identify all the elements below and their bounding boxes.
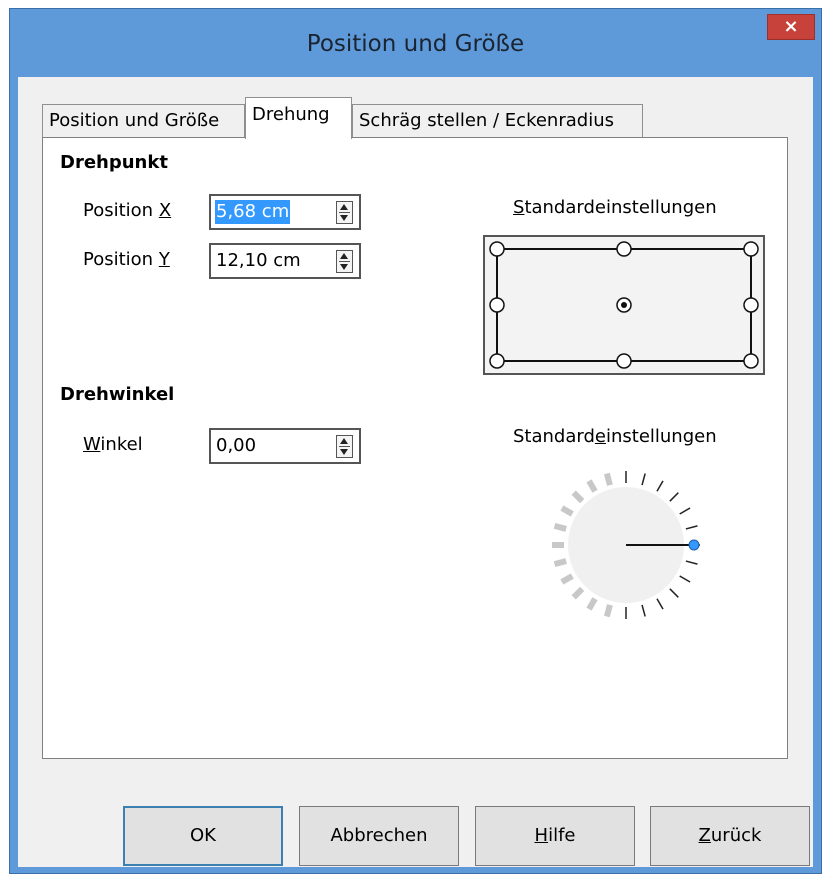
reset-button[interactable]: Zurück [650,806,810,866]
dial-tick [586,479,598,493]
position-y-label: Position Y [83,249,170,270]
angle-heading: Drehwinkel [60,384,175,405]
pivot-point-selector[interactable] [483,235,765,375]
spin-down-icon[interactable] [340,215,348,221]
dial-tick [669,588,679,598]
tab-schraeg-stellen[interactable]: Schräg stellen / Eckenradius [352,104,643,138]
winkel-spin-buttons[interactable] [336,435,353,458]
tab-panel-drehung: Drehpunkt Position X 5,68 cm Position Y … [42,137,788,759]
dial-tick [586,597,598,611]
pivot-bottom-right [743,353,759,369]
dial-tick [679,507,691,515]
dial-tick [571,586,585,600]
pivot-grid-graphic [489,241,759,369]
position-y-spinbox[interactable]: 12,10 cm [209,243,361,279]
spin-down-icon[interactable] [340,449,348,455]
ok-button[interactable]: OK [123,806,283,866]
tab-drehung[interactable]: Drehung [245,97,352,139]
dial-tick [571,490,585,504]
spin-down-icon[interactable] [340,264,348,270]
pivot-top-right [743,241,759,257]
dialog-title: Position und Größe [306,31,525,57]
rotation-dial[interactable] [541,460,711,630]
dial-tick [553,558,567,568]
dial-knob [688,539,700,551]
position-x-spinbox[interactable]: 5,68 cm [209,194,361,230]
dial-tick [641,604,646,617]
angle-defaults-label: Standardeinstellungen [513,426,717,447]
winkel-label: Winkel [83,434,143,455]
close-button[interactable]: × [767,14,815,40]
pivot-defaults-label: Standardeinstellungen [513,197,717,218]
dial-tick [656,480,664,492]
dial-tick [656,598,664,610]
position-y-value[interactable]: 12,10 cm [215,249,302,273]
dial-tick [553,522,567,532]
pivot-top-left [489,241,505,257]
dial-tick [641,473,646,486]
position-x-value[interactable]: 5,68 cm [215,200,291,224]
pivot-heading: Drehpunkt [60,152,168,173]
pivot-top-center [616,241,632,257]
pivot-middle-right [743,297,759,313]
dial-tick [560,573,574,585]
spin-up-icon[interactable] [340,204,348,210]
pivot-bottom-left [489,353,505,369]
position-x-spin-buttons[interactable] [336,201,353,224]
dial-tick [679,575,691,583]
dial-tick [603,604,613,618]
winkel-value[interactable]: 0,00 [215,434,257,458]
position-x-label: Position X [83,200,172,221]
dial-tick [685,560,698,565]
dialog-window: Position und Größe × Position und Größe … [9,8,822,874]
cancel-button[interactable]: Abbrechen [299,806,459,866]
dialog-body: Position und Größe Drehung Schräg stelle… [18,77,813,867]
tab-position-und-groesse[interactable]: Position und Größe [42,104,245,138]
pivot-bottom-center [616,353,632,369]
pivot-middle-left [489,297,505,313]
close-icon: × [783,16,799,37]
winkel-spinbox[interactable]: 0,00 [209,428,361,464]
spin-up-icon[interactable] [340,438,348,444]
help-button[interactable]: Hilfe [475,806,635,866]
dial-tick [669,492,679,502]
dial-tick [560,505,574,517]
pivot-selected-dot [621,302,627,308]
dial-tick [603,472,613,486]
dial-tick [685,525,698,530]
spin-up-icon[interactable] [340,253,348,259]
position-y-spin-buttons[interactable] [336,250,353,273]
title-bar[interactable]: Position und Größe × [10,9,821,77]
